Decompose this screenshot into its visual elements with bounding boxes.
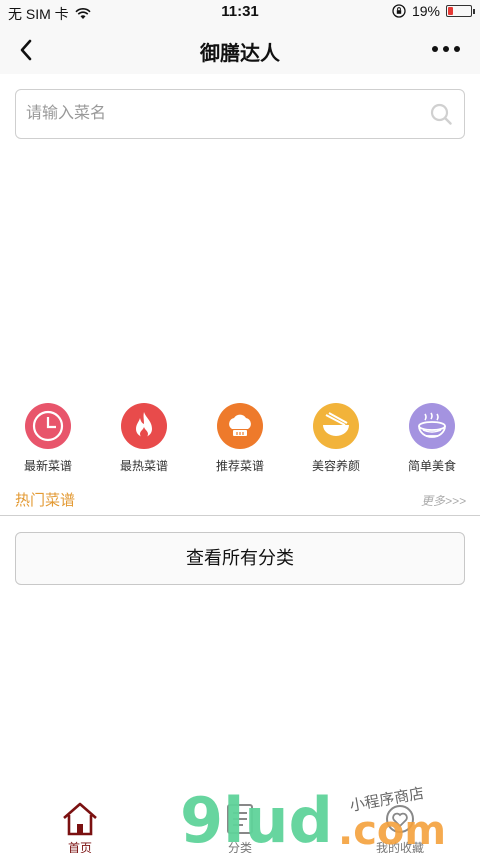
category-hottest[interactable]: 最热菜谱 — [104, 401, 184, 474]
tab-label: 我的收藏 — [375, 841, 424, 853]
tab-label: 分类 — [227, 841, 252, 853]
more-menu-button[interactable] — [432, 46, 460, 52]
orientation-lock-icon — [392, 4, 406, 18]
status-right: 19% — [392, 3, 475, 19]
category-grid: 最新菜谱 最热菜谱 推荐菜谱 美容养颜 简单美食 — [0, 401, 480, 476]
tab-label: 首页 — [67, 841, 92, 853]
more-dot-icon — [443, 46, 449, 52]
home-icon — [63, 802, 97, 836]
search-box — [15, 89, 465, 139]
more-link[interactable]: 更多>>> — [421, 492, 466, 509]
view-all-categories-button[interactable]: 查看所有分类 — [15, 532, 465, 585]
more-dot-icon — [432, 46, 438, 52]
bowl-icon — [313, 403, 359, 449]
search-input[interactable] — [26, 90, 426, 138]
navigation-bar: 御膳达人 — [0, 26, 480, 74]
hot-recipes-header: 热门菜谱 更多>>> — [0, 486, 480, 516]
tab-bar: 首页 分类 我的收藏 — [0, 789, 480, 853]
category-label: 推荐菜谱 — [215, 459, 264, 473]
category-icon — [227, 804, 253, 834]
search-icon[interactable] — [430, 103, 452, 125]
battery-percent: 19% — [411, 3, 440, 19]
fire-icon — [121, 403, 167, 449]
favorite-icon — [386, 805, 414, 833]
battery-icon — [446, 5, 475, 17]
category-recommended[interactable]: 推荐菜谱 — [200, 401, 280, 474]
page-title: 御膳达人 — [200, 43, 280, 65]
status-bar: 无 SIM 卡 11:31 19% — [0, 0, 480, 26]
tab-favorites[interactable]: 我的收藏 — [320, 789, 480, 853]
category-label: 最新菜谱 — [23, 459, 72, 473]
more-dot-icon — [454, 46, 460, 52]
noodle-bowl-icon — [409, 403, 455, 449]
category-simple[interactable]: 简单美食 — [392, 401, 472, 474]
category-beauty[interactable]: 美容养颜 — [296, 401, 376, 474]
clock-icon — [25, 403, 71, 449]
tab-category[interactable]: 分类 — [160, 789, 320, 853]
category-label: 最热菜谱 — [119, 459, 168, 473]
tab-home[interactable]: 首页 — [0, 789, 160, 853]
category-newest[interactable]: 最新菜谱 — [8, 401, 88, 474]
chef-hat-icon — [217, 403, 263, 449]
hot-recipes-title: 热门菜谱 — [15, 492, 76, 509]
category-label: 美容养颜 — [311, 459, 360, 473]
category-label: 简单美食 — [407, 459, 456, 473]
